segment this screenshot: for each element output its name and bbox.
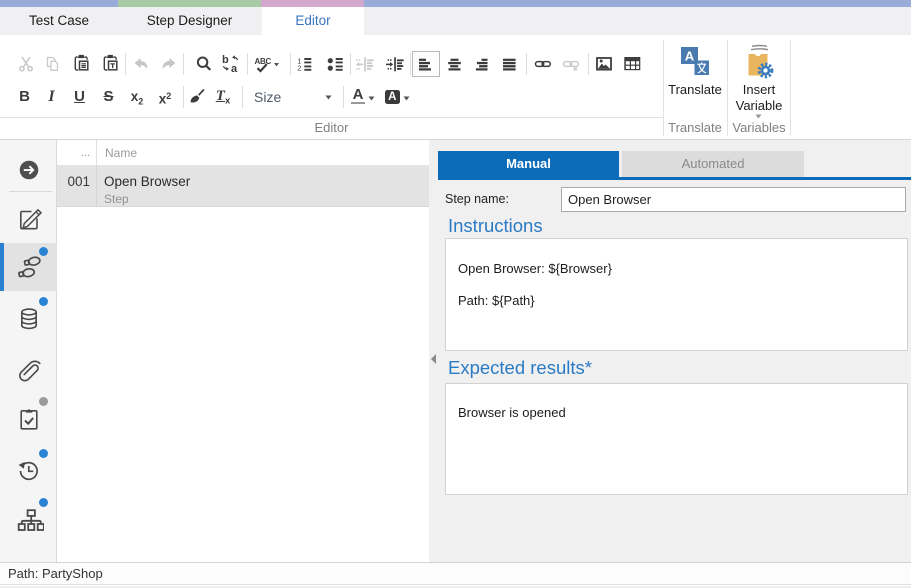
svg-text:a: a	[231, 63, 238, 73]
svg-text:A: A	[685, 49, 695, 64]
svg-text:ABC: ABC	[255, 57, 272, 66]
svg-text:b: b	[222, 54, 229, 66]
svg-text:2: 2	[297, 64, 301, 72]
